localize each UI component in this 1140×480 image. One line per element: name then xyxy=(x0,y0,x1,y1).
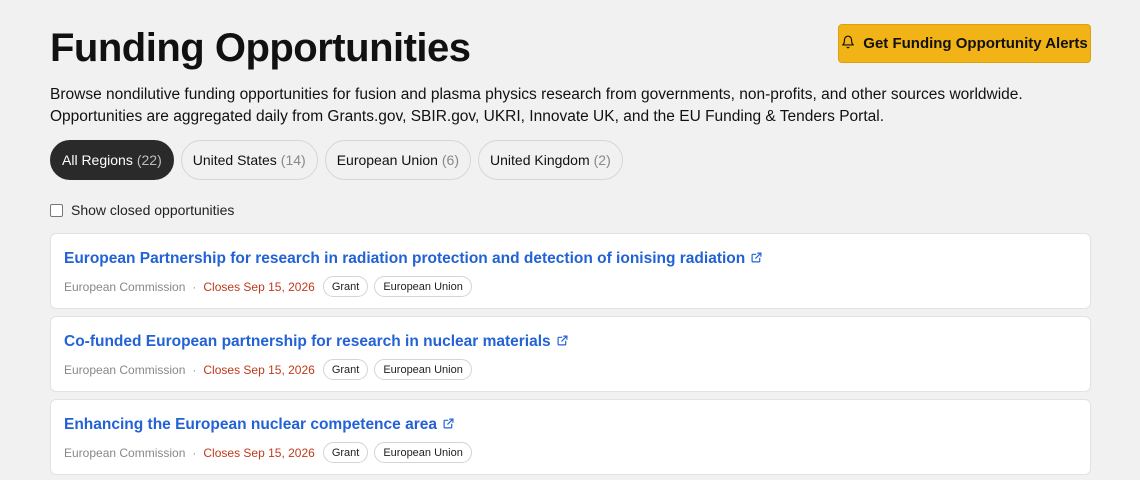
opportunity-card: European Partnership for research in rad… xyxy=(50,233,1091,309)
get-alerts-button[interactable]: Get Funding Opportunity Alerts xyxy=(838,24,1091,63)
show-closed-label: Show closed opportunities xyxy=(71,202,235,218)
page-description: Browse nondilutive funding opportunities… xyxy=(50,86,1023,125)
filter-label: United States xyxy=(192,152,277,168)
closing-date: Closes Sep 15, 2026 xyxy=(203,362,315,377)
opportunity-meta: European Commission · Closes Sep 15, 202… xyxy=(64,442,472,463)
closing-date: Closes Sep 15, 2026 xyxy=(203,279,315,294)
closing-date: Closes Sep 15, 2026 xyxy=(203,445,315,460)
agency-name: European Commission xyxy=(64,362,186,377)
opportunity-card: Co-funded European partnership for resea… xyxy=(50,316,1091,392)
separator-dot: · xyxy=(192,279,197,294)
opportunity-title-link[interactable]: Co-funded European partnership for resea… xyxy=(64,333,568,351)
opportunity-card: Enhancing the European nuclear competenc… xyxy=(50,399,1091,475)
filter-all-regions[interactable]: All Regions (22) xyxy=(50,140,174,180)
opportunity-title-link[interactable]: Enhancing the European nuclear competenc… xyxy=(64,416,454,434)
opportunity-title: Co-funded European partnership for resea… xyxy=(64,333,551,350)
agency-name: European Commission xyxy=(64,279,186,294)
region-tag: European Union xyxy=(374,359,472,380)
filter-count: (6) xyxy=(441,152,460,168)
region-filters: All Regions (22) United States (14) Euro… xyxy=(50,140,623,180)
filter-count: (2) xyxy=(593,152,611,168)
filter-count: (14) xyxy=(280,152,306,168)
filter-label: United Kingdom xyxy=(490,152,590,168)
filter-united-states[interactable]: United States (14) xyxy=(180,140,318,180)
agency-name: European Commission xyxy=(64,445,186,460)
opportunity-meta: European Commission · Closes Sep 15, 202… xyxy=(64,359,472,380)
opportunity-title: European Partnership for research in rad… xyxy=(64,250,746,267)
bell-icon xyxy=(841,35,855,53)
region-tag: European Union xyxy=(374,276,472,297)
filter-label: European Union xyxy=(336,152,438,168)
opportunity-meta: European Commission · Closes Sep 15, 202… xyxy=(64,276,472,297)
opportunity-title: Enhancing the European nuclear competenc… xyxy=(64,416,437,433)
show-closed-toggle[interactable]: Show closed opportunities xyxy=(50,202,234,218)
external-link-icon xyxy=(443,416,454,434)
separator-dot: · xyxy=(192,362,197,377)
filter-count: (22) xyxy=(136,152,162,168)
get-alerts-label: Get Funding Opportunity Alerts xyxy=(863,35,1088,52)
region-tag: European Union xyxy=(374,442,472,463)
type-tag: Grant xyxy=(322,276,369,297)
opportunity-title-link[interactable]: European Partnership for research in rad… xyxy=(64,250,762,268)
external-link-icon xyxy=(557,333,568,351)
type-tag: Grant xyxy=(322,442,369,463)
filter-european-union[interactable]: European Union (6) xyxy=(324,140,472,180)
filter-label: All Regions xyxy=(62,152,133,168)
filter-united-kingdom[interactable]: United Kingdom (2) xyxy=(478,140,623,180)
type-tag: Grant xyxy=(322,359,369,380)
page-title: Funding Opportunities xyxy=(50,26,471,70)
external-link-icon xyxy=(751,250,762,268)
separator-dot: · xyxy=(192,445,197,460)
show-closed-checkbox[interactable] xyxy=(50,203,63,217)
